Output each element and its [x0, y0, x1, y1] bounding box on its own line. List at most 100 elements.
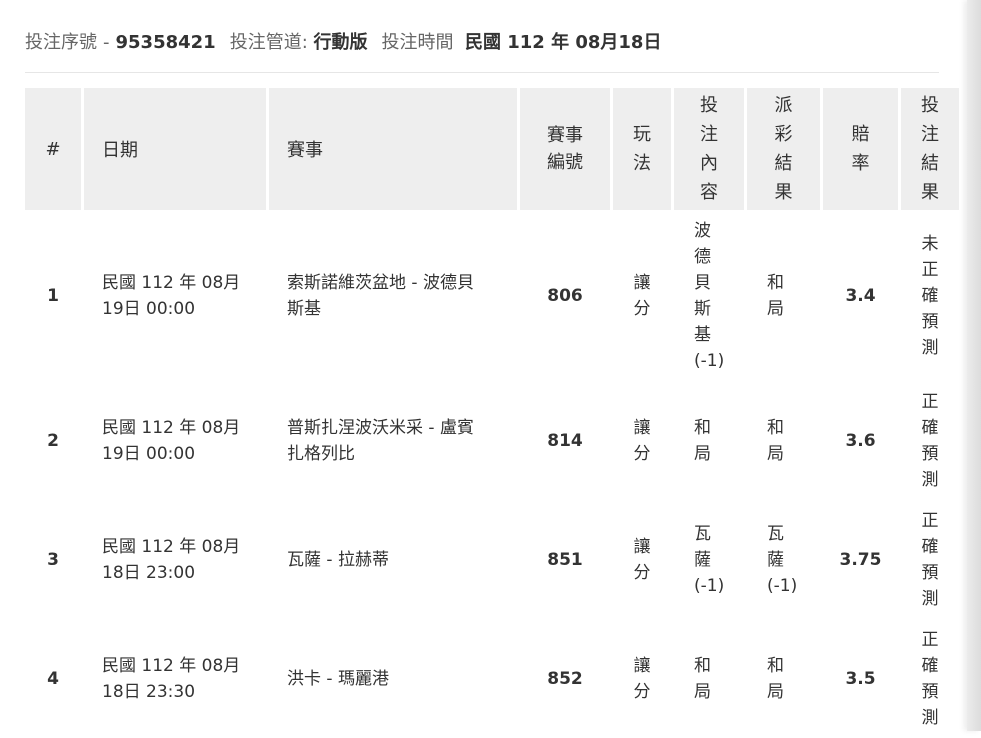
row-result: 正確預測 [901, 500, 959, 620]
row-bet: 波德貝斯基 (-1) [674, 210, 744, 382]
row-odds: 3.4 [823, 210, 898, 382]
row-odds: 3.5 [823, 620, 898, 738]
row-result: 正確預測 [901, 620, 959, 738]
row-match: 索斯諾維茨盆地 - 波德貝 斯基 [269, 210, 517, 382]
header-label: 玩法 [632, 124, 651, 174]
bet-info-bar: 投注序號 -95358421 投注管道: 行動版 投注時間 民國 112 年 08月1… [25, 30, 661, 56]
row-match-no: 806 [520, 210, 610, 382]
row-index: 1 [25, 210, 81, 382]
row-result: 未正確預測 [901, 210, 959, 382]
row-payout: 和局 [747, 620, 820, 738]
bet-details-table: # 日期 賽事 賽事編號 玩法 投注內容 派彩結果 賠率 投注結果 1 民國 112 年 08月 19… [25, 88, 959, 738]
header-label: 賠率 [851, 124, 870, 174]
match-text: 索斯諾維茨盆地 - 波德貝 斯基 [287, 270, 474, 322]
match-text: 普斯扎涅波沃米采 - 盧賓 扎格列比 [287, 415, 474, 467]
match-text: 瓦薩 - 拉赫蒂 [287, 547, 389, 573]
header-col-odds: 賠率 [823, 88, 898, 210]
play-value: 讓分 [633, 537, 651, 583]
row-index: 4 [25, 620, 81, 738]
row-index: 2 [25, 382, 81, 500]
row-play: 讓分 [613, 382, 671, 500]
odds-value: 3.5 [845, 669, 876, 689]
play-value: 讓分 [633, 418, 651, 464]
row-play: 讓分 [613, 500, 671, 620]
row-match: 普斯扎涅波沃米采 - 盧賓 扎格列比 [269, 382, 517, 500]
row-play: 讓分 [613, 210, 671, 382]
header-col-date: 日期 [84, 88, 266, 210]
row-bet: 和局 [674, 620, 744, 738]
header-col-bet: 投注內容 [674, 88, 744, 210]
match-text-line: 斯基 [287, 299, 321, 319]
header-label: 賽事編號 [546, 125, 583, 173]
bet-value: 瓦薩 (-1) [694, 524, 725, 596]
date-text-line: 18日 23:30 [102, 682, 196, 702]
date-text-line: 民國 112 年 08月 [102, 537, 241, 557]
channel-label: 投注管道: [229, 32, 308, 53]
result-value: 正確預測 [921, 392, 939, 490]
row-date: 民國 112 年 08月 19日 00:00 [84, 382, 266, 500]
header-label: 賽事 [287, 140, 323, 161]
odds-value: 3.6 [845, 431, 876, 451]
play-value: 讓分 [633, 273, 651, 319]
header-label: 投注內容 [699, 95, 718, 203]
scrollbar[interactable] [967, 0, 981, 731]
result-value: 正確預測 [921, 511, 939, 609]
row-play: 讓分 [613, 620, 671, 738]
match-text-line: 索斯諾維茨盆地 - 波德貝 [287, 273, 474, 293]
result-value: 正確預測 [921, 630, 939, 728]
date-text-line: 19日 00:00 [102, 299, 196, 319]
match-text-line: 普斯扎涅波沃米采 - 盧賓 [287, 418, 474, 438]
header-col-play: 玩法 [613, 88, 671, 210]
match-no-value: 814 [547, 431, 583, 451]
row-payout: 瓦薩 (-1) [747, 500, 820, 620]
row-payout: 和局 [747, 382, 820, 500]
date-text: 民國 112 年 08月 18日 23:00 [102, 534, 240, 586]
row-date: 民國 112 年 08月 19日 00:00 [84, 210, 266, 382]
header-label: 派彩結果 [774, 95, 793, 203]
payout-value: 和局 [767, 656, 784, 702]
match-text-line: 瓦薩 - 拉赫蒂 [287, 550, 389, 570]
payout-value: 瓦薩 (-1) [767, 524, 798, 596]
serial-separator: - [103, 32, 110, 53]
row-index-value: 1 [47, 286, 59, 306]
date-text-line: 民國 112 年 08月 [102, 656, 241, 676]
row-bet: 瓦薩 (-1) [674, 500, 744, 620]
match-text-line: 扎格列比 [287, 444, 355, 464]
row-match: 洪卡 - 瑪麗港 [269, 620, 517, 738]
odds-value: 3.4 [845, 286, 876, 306]
bet-value: 和局 [694, 418, 711, 464]
date-text-line: 民國 112 年 08月 [102, 273, 241, 293]
header-col-result: 投注結果 [901, 88, 959, 210]
row-match-no: 851 [520, 500, 610, 620]
date-text: 民國 112 年 08月 19日 00:00 [102, 415, 240, 467]
row-odds: 3.75 [823, 500, 898, 620]
serial-label: 投注序號 [25, 32, 97, 53]
row-index: 3 [25, 500, 81, 620]
play-value: 讓分 [633, 656, 651, 702]
match-text-line: 洪卡 - 瑪麗港 [287, 669, 389, 689]
row-index-value: 2 [47, 431, 59, 451]
bet-value: 波德貝斯基 (-1) [694, 221, 725, 371]
date-text: 民國 112 年 08月 18日 23:30 [102, 653, 240, 705]
result-value: 未正確預測 [921, 234, 939, 358]
time-label: 投注時間 [381, 32, 454, 53]
row-date: 民國 112 年 08月 18日 23:30 [84, 620, 266, 738]
bet-value: 和局 [694, 656, 711, 702]
date-text-line: 18日 23:00 [102, 563, 196, 583]
row-odds: 3.6 [823, 382, 898, 500]
header-label: 投注結果 [920, 95, 939, 203]
header-col-index: # [25, 88, 81, 210]
header-label: 日期 [102, 140, 138, 161]
payout-value: 和局 [767, 418, 784, 464]
divider [25, 72, 939, 73]
row-result: 正確預測 [901, 382, 959, 500]
row-match: 瓦薩 - 拉赫蒂 [269, 500, 517, 620]
payout-value: 和局 [767, 273, 784, 319]
header-label: # [45, 138, 61, 160]
odds-value: 3.75 [839, 550, 882, 570]
header-col-match-no: 賽事編號 [520, 88, 610, 210]
header-col-match: 賽事 [269, 88, 517, 210]
match-no-value: 852 [547, 669, 583, 689]
match-no-value: 806 [547, 286, 583, 306]
serial-value: 95358421 [115, 32, 216, 53]
